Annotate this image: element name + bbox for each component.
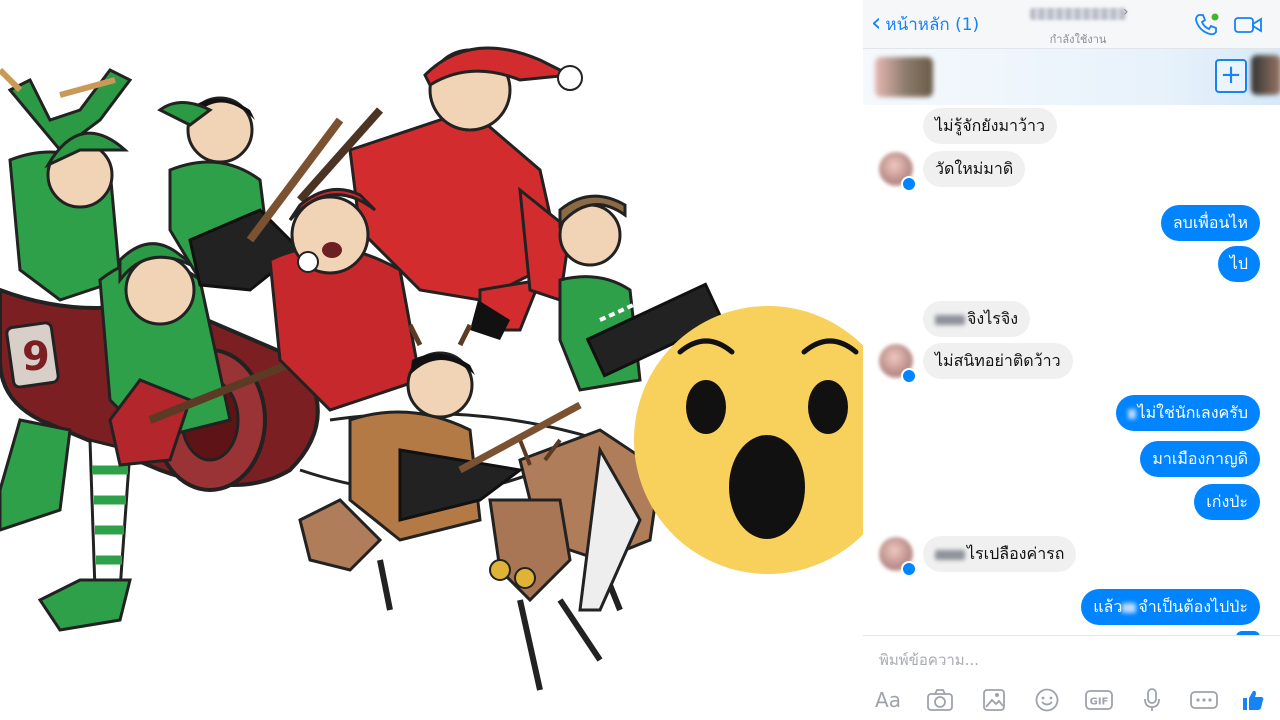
- svg-text:GIF: GIF: [1090, 697, 1109, 708]
- censored-text: [935, 549, 965, 560]
- more-icon[interactable]: [1189, 686, 1219, 714]
- phone-icon[interactable]: [1193, 12, 1219, 38]
- message-received: ไรเปลืองค่ารถ: [923, 536, 1077, 572]
- message-sent: ไม่ใช่นักเลงครับ: [1115, 395, 1260, 431]
- message-sent: มาเมืองกาญดิ: [1140, 441, 1260, 477]
- microphone-icon[interactable]: [1137, 686, 1167, 714]
- message-sent: แล้ว จำเป็นต้องไปป่ะ: [1081, 589, 1260, 625]
- messenger-badge-icon: [901, 368, 917, 384]
- back-button[interactable]: ‹ หน้าหลัก (1): [871, 10, 979, 38]
- message-sent: ไป: [1217, 246, 1260, 282]
- gallery-icon[interactable]: [979, 686, 1009, 714]
- censored-text: [1122, 602, 1137, 613]
- emoji-icon[interactable]: [1032, 686, 1062, 714]
- message-received: จิงไรจิง: [923, 301, 1031, 337]
- aa-icon[interactable]: Aa: [873, 686, 903, 714]
- contact-name: [1030, 8, 1126, 20]
- message-received: ไม่รู้จักยังมาว้าว: [923, 108, 1057, 144]
- messenger-chat-panel: ‹ หน้าหลัก (1) › กำลังใช้งาน + ไม่รู้จัก…: [863, 0, 1280, 720]
- messenger-badge-icon: [901, 561, 917, 577]
- messenger-badge-icon: [901, 176, 917, 192]
- sleigh-number: 9: [22, 334, 50, 380]
- message-input[interactable]: [877, 646, 1261, 674]
- chevron-right-icon: ›: [1123, 4, 1129, 20]
- thumbs-up-icon[interactable]: [1238, 686, 1268, 714]
- friend-avatar[interactable]: [1251, 55, 1280, 95]
- back-label: หน้าหลัก (1): [885, 14, 980, 35]
- add-people-icon[interactable]: +: [1215, 59, 1247, 93]
- video-camera-icon[interactable]: [1233, 14, 1263, 36]
- active-people-strip: +: [863, 49, 1280, 105]
- elf-drummer: [0, 67, 133, 302]
- composer-toolbar: Aa GIF: [863, 682, 1280, 716]
- message-thread: ไม่รู้จักยังมาว้าว วัดใหม่มาดิ ลบเพื่อนไ…: [863, 105, 1280, 641]
- message-received: วัดใหม่มาดิ: [923, 151, 1026, 187]
- christmas-band-illustration: 9: [0, 46, 864, 691]
- gif-icon[interactable]: GIF: [1084, 686, 1114, 714]
- chat-header: ‹ หน้าหลัก (1) › กำลังใช้งาน: [863, 0, 1280, 49]
- message-received: ไม่สนิทอย่าติดว้าว: [923, 343, 1073, 379]
- censored-text: [1127, 408, 1136, 419]
- message-sent: เก่งป่ะ: [1194, 484, 1260, 520]
- online-dot: [1211, 13, 1219, 21]
- message-composer: Aa GIF: [863, 635, 1280, 720]
- contact-status: กำลังใช้งาน: [1049, 33, 1107, 46]
- censored-text: [935, 314, 965, 325]
- group-avatar[interactable]: [875, 57, 933, 97]
- contact-info[interactable]: › กำลังใช้งาน: [1013, 4, 1143, 48]
- chevron-left-icon: ‹: [871, 7, 882, 38]
- camera-icon[interactable]: [925, 686, 955, 714]
- message-sent: ลบเพื่อนไห: [1160, 205, 1260, 241]
- striped-legs: [0, 418, 132, 632]
